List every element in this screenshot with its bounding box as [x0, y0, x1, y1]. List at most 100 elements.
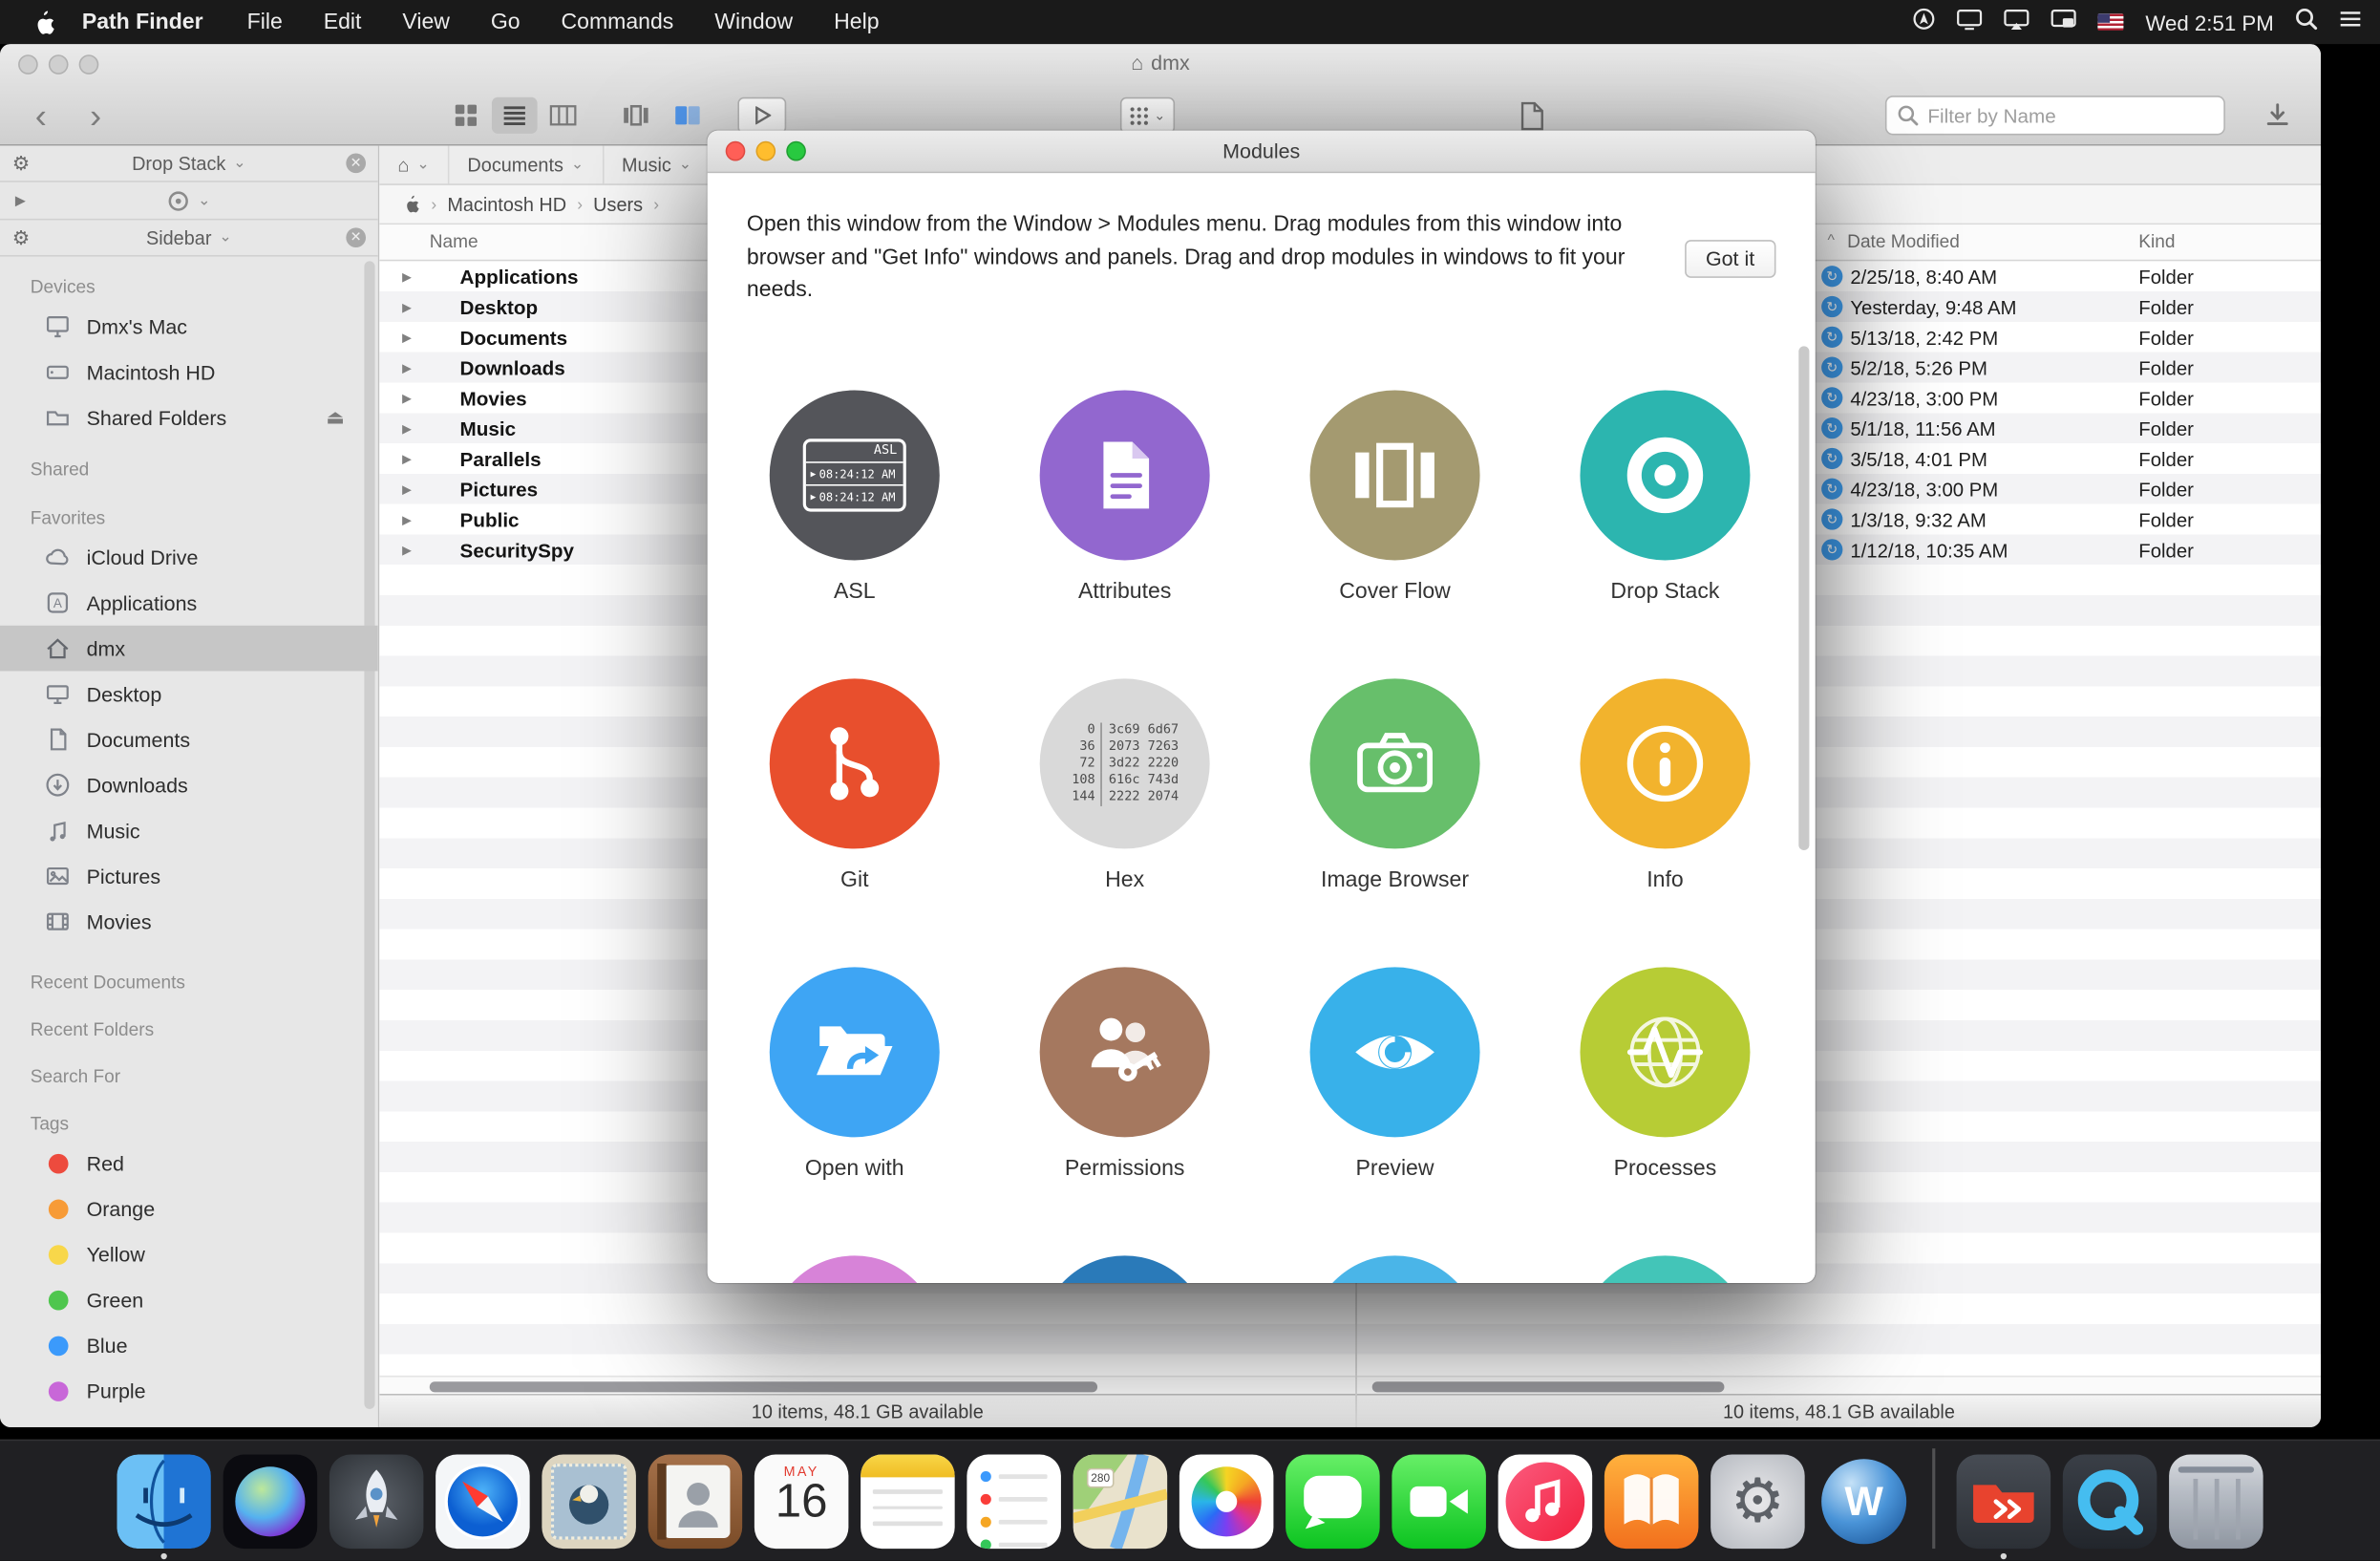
dock-itunes[interactable] [1498, 1455, 1593, 1550]
dock-mail[interactable] [542, 1455, 636, 1550]
sidebar-item-movies[interactable]: Movies [0, 899, 378, 945]
module-attributes[interactable]: Attributes [989, 390, 1260, 678]
dock-word[interactable]: W [1817, 1455, 1911, 1550]
disclosure-triangle-icon[interactable]: ▶ [402, 300, 417, 313]
disclosure-triangle-icon[interactable]: ▶ [402, 421, 417, 435]
eject-icon[interactable]: ⏏ [326, 405, 345, 429]
sidebar-item-pictures[interactable]: Pictures [0, 853, 378, 899]
dock-photos[interactable] [1179, 1455, 1274, 1550]
scrollbar-thumb[interactable] [1372, 1380, 1725, 1391]
disclosure-triangle-icon[interactable]: ▶ [402, 512, 417, 525]
tab-music[interactable]: Music⌄ [604, 146, 712, 184]
mirroring-menu-icon[interactable] [2051, 9, 2077, 36]
module-partial-2[interactable] [989, 1255, 1260, 1283]
gear-icon[interactable]: ⚙ [12, 225, 31, 249]
disclosure-triangle-icon[interactable]: ▶ [15, 192, 26, 208]
dock-finder[interactable] [117, 1455, 211, 1550]
module-preview[interactable]: Preview [1260, 967, 1530, 1255]
module-drop-stack[interactable]: Drop Stack [1530, 390, 1800, 678]
sidebar-tag-blue[interactable]: Blue [0, 1322, 378, 1368]
sidebar-item-shared-folders[interactable]: Shared Folders ⏏ [0, 395, 378, 440]
sidebar-item-dmx[interactable]: dmx [0, 626, 378, 672]
module-permissions[interactable]: Permissions [989, 967, 1260, 1255]
disclosure-triangle-icon[interactable]: ▶ [402, 543, 417, 556]
tab-documents[interactable]: Documents⌄ [449, 146, 604, 184]
drop-stack-well[interactable]: ▶ ⌄ [0, 182, 378, 221]
sidebar-item-downloads[interactable]: Downloads [0, 762, 378, 808]
zoom-dialog-button[interactable] [786, 141, 806, 161]
menu-window[interactable]: Window [714, 10, 793, 33]
dual-pane-button[interactable] [665, 97, 711, 134]
dock-siri[interactable] [223, 1455, 318, 1550]
close-dialog-button[interactable] [726, 141, 746, 161]
module-image-browser[interactable]: Image Browser [1260, 678, 1530, 967]
sidebar-tag-red[interactable]: Red [0, 1141, 378, 1187]
dock-calendar[interactable]: MAY 16 [754, 1455, 849, 1550]
sidebar-tag-gray[interactable]: Gray [0, 1414, 378, 1427]
sidebar-item-macintosh-hd[interactable]: Macintosh HD [0, 350, 378, 396]
sidebar-scrollbar[interactable] [364, 261, 374, 1409]
dialog-scrollbar-thumb[interactable] [1798, 346, 1809, 850]
sidebar-item-desktop[interactable]: Desktop [0, 671, 378, 716]
dock-messages[interactable] [1286, 1455, 1380, 1550]
back-button[interactable]: ‹ [18, 97, 64, 134]
module-processes[interactable]: Processes [1530, 967, 1800, 1255]
dock-quicktime[interactable] [2063, 1455, 2157, 1550]
dock-contacts[interactable] [648, 1455, 743, 1550]
download-button[interactable] [2254, 97, 2300, 134]
list-view-button[interactable] [492, 97, 538, 134]
sidebar-item-music[interactable]: Music [0, 808, 378, 854]
module-open-with[interactable]: Open with [719, 967, 989, 1255]
breadcrumb-macintosh-hd[interactable]: Macintosh HD [447, 194, 566, 215]
menu-view[interactable]: View [402, 10, 450, 33]
filter-field[interactable] [1885, 96, 2225, 135]
dock-notes[interactable] [861, 1455, 955, 1550]
sidebar-panel-header[interactable]: ⚙ Sidebar⌄ ✕ [0, 220, 378, 256]
disclosure-triangle-icon[interactable]: ▶ [402, 391, 417, 404]
scrollbar-thumb[interactable] [430, 1380, 1097, 1391]
filter-input[interactable] [1885, 96, 2225, 135]
sidebar-tag-orange[interactable]: Orange [0, 1186, 378, 1231]
app-menu-title[interactable]: Path Finder [82, 10, 203, 33]
apple-menu-icon[interactable] [33, 9, 56, 36]
name-column-header[interactable]: Name [430, 231, 478, 252]
cover-flow-button[interactable] [613, 97, 659, 134]
drop-stack-panel-header[interactable]: ⚙ Drop Stack⌄ ✕ [0, 146, 378, 182]
got-it-button[interactable]: Got it [1685, 240, 1776, 278]
dock-reminders[interactable] [967, 1455, 1061, 1550]
module-hex[interactable]: 03c69 6d67 362073 7263 723d22 2220 10861… [989, 678, 1260, 967]
menu-edit[interactable]: Edit [324, 10, 362, 33]
sidebar-item-documents[interactable]: Documents [0, 716, 378, 762]
view-options-dropdown[interactable]: ⌄ [1120, 97, 1175, 134]
sidebar-item-applications[interactable]: A Applications [0, 580, 378, 626]
module-cover-flow[interactable]: Cover Flow [1260, 390, 1530, 678]
dock-safari[interactable] [436, 1455, 530, 1550]
icon-view-button[interactable] [443, 97, 489, 134]
dock-trash[interactable] [2169, 1455, 2263, 1550]
gear-icon[interactable]: ⚙ [12, 151, 31, 175]
kind-column-header[interactable]: Kind [2138, 231, 2175, 252]
sidebar-tag-purple[interactable]: Purple [0, 1368, 378, 1414]
minimize-dialog-button[interactable] [755, 141, 776, 161]
date-modified-column-header[interactable]: Date Modified [1847, 231, 1960, 252]
module-git[interactable]: Git [719, 678, 989, 967]
menu-file[interactable]: File [247, 10, 283, 33]
disclosure-triangle-icon[interactable]: ▶ [402, 360, 417, 374]
airplay-menu-icon[interactable] [2005, 9, 2030, 36]
sidebar-tag-yellow[interactable]: Yellow [0, 1231, 378, 1277]
dock-system-preferences[interactable]: ⚙ [1711, 1455, 1805, 1550]
disclosure-triangle-icon[interactable]: ▶ [402, 331, 417, 344]
close-panel-icon[interactable]: ✕ [346, 154, 366, 174]
menu-help[interactable]: Help [834, 10, 879, 33]
input-source-flag-icon[interactable] [2098, 13, 2124, 30]
notification-center-icon[interactable] [2339, 10, 2362, 35]
sidebar-tag-green[interactable]: Green [0, 1277, 378, 1323]
display-menu-icon[interactable] [1957, 9, 1983, 36]
module-info[interactable]: Info [1530, 678, 1800, 967]
module-partial-3[interactable] [1260, 1255, 1530, 1283]
sidebar-item-dmxs-mac[interactable]: Dmx's Mac [0, 304, 378, 350]
dock-path-finder[interactable] [1957, 1455, 2051, 1550]
dock-ibooks[interactable] [1604, 1455, 1699, 1550]
location-services-icon[interactable] [1913, 8, 1936, 36]
dock-maps[interactable]: 280 [1073, 1455, 1168, 1550]
